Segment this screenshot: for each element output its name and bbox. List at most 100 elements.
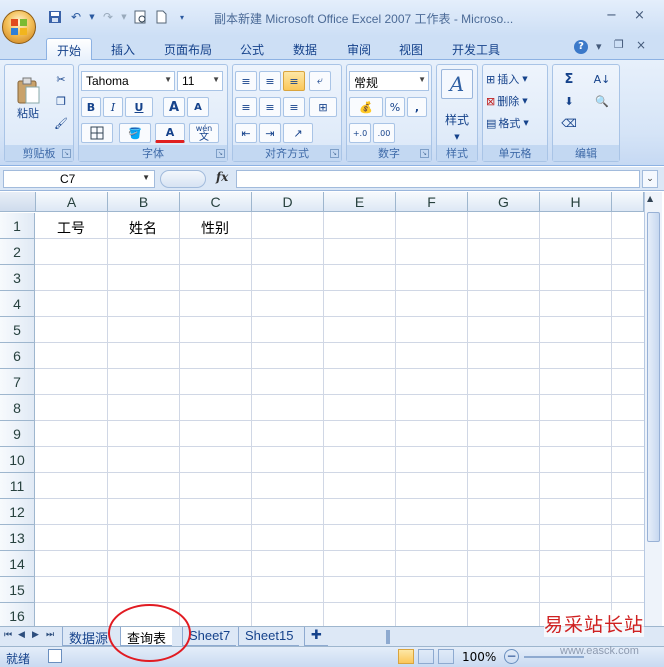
align-right-icon[interactable]: ≡ bbox=[283, 97, 305, 117]
underline-button[interactable]: U bbox=[125, 97, 153, 117]
tab-data[interactable]: 数据 bbox=[283, 38, 327, 60]
tab-developer[interactable]: 开发工具 bbox=[442, 38, 510, 60]
font-color-button[interactable]: A bbox=[155, 123, 185, 143]
tab-insert[interactable]: 插入 bbox=[101, 38, 145, 60]
row-header-16[interactable]: 16 bbox=[0, 603, 35, 626]
row-header-5[interactable]: 5 bbox=[0, 317, 35, 343]
row-header-13[interactable]: 13 bbox=[0, 525, 35, 551]
insert-function-button[interactable]: fx bbox=[216, 170, 228, 184]
merge-center-icon[interactable]: ⊞ bbox=[309, 97, 337, 117]
undo-icon[interactable]: ↶ bbox=[67, 8, 85, 26]
next-sheet-icon[interactable]: ▶ bbox=[32, 630, 39, 640]
align-middle-icon[interactable]: ≡ bbox=[259, 71, 281, 91]
phonetic-guide-button[interactable]: wén 文 bbox=[189, 123, 219, 143]
worksheet-grid[interactable]: A B C D E F G H 1 2 3 4 5 6 7 8 9 10 11 … bbox=[0, 192, 644, 626]
column-header-g[interactable]: G bbox=[468, 192, 540, 212]
alignment-launcher-icon[interactable]: ↘ bbox=[330, 149, 339, 158]
wrap-text-icon[interactable]: ⤶ bbox=[309, 71, 331, 91]
cell-b1[interactable]: 姓名 bbox=[129, 218, 157, 238]
format-painter-icon[interactable]: 🖌 bbox=[51, 113, 71, 133]
doc-close-icon[interactable]: × bbox=[636, 38, 646, 52]
sheet-tab-data-source[interactable]: 数据源 bbox=[62, 627, 115, 647]
prev-sheet-icon[interactable]: ◀ bbox=[18, 630, 25, 640]
cell-a1[interactable]: 工号 bbox=[57, 218, 85, 238]
increase-decimal-button[interactable]: +.0 bbox=[349, 123, 371, 143]
zoom-out-icon[interactable]: − bbox=[504, 649, 519, 664]
name-box-dropdown-icon[interactable]: ▼ bbox=[142, 173, 150, 182]
tab-home[interactable]: 开始 bbox=[46, 38, 93, 60]
redo-icon[interactable]: ↷ bbox=[99, 8, 117, 26]
copy-icon[interactable]: ❐ bbox=[51, 91, 71, 111]
grow-font-button[interactable]: A bbox=[163, 97, 185, 117]
first-sheet-icon[interactable]: ⏮ bbox=[4, 630, 12, 640]
borders-icon[interactable] bbox=[81, 123, 113, 143]
increase-indent-icon[interactable]: ⇥ bbox=[259, 123, 281, 143]
tab-split-handle[interactable] bbox=[386, 630, 390, 644]
font-size-select[interactable]: 11 ▼ bbox=[177, 71, 223, 91]
clear-icon[interactable]: ⌫ bbox=[555, 113, 583, 133]
formula-input[interactable] bbox=[236, 170, 640, 188]
styles-button[interactable]: 样式 bbox=[439, 109, 475, 129]
zoom-level[interactable]: 100% bbox=[462, 650, 496, 664]
column-header-e[interactable]: E bbox=[324, 192, 396, 212]
fill-icon[interactable]: ⬇ bbox=[555, 91, 583, 111]
normal-view-icon[interactable] bbox=[398, 649, 414, 664]
fill-color-icon[interactable]: 🪣 bbox=[119, 123, 151, 143]
autosum-button[interactable]: Σ bbox=[555, 69, 583, 89]
row-header-8[interactable]: 8 bbox=[0, 395, 35, 421]
cut-icon[interactable]: ✂ bbox=[51, 69, 71, 89]
sheet-tab-sheet15[interactable]: Sheet15 bbox=[238, 627, 300, 646]
percent-button[interactable]: % bbox=[385, 97, 405, 117]
row-header-4[interactable]: 4 bbox=[0, 291, 35, 317]
formula-expand-handle[interactable] bbox=[160, 170, 206, 188]
row-header-11[interactable]: 11 bbox=[0, 473, 35, 499]
align-left-icon[interactable]: ≡ bbox=[235, 97, 257, 117]
align-bottom-icon[interactable]: ≡ bbox=[283, 71, 305, 91]
sheet-tab-sheet7[interactable]: Sheet7 bbox=[182, 627, 237, 646]
styles-dropdown-icon[interactable]: ▼ bbox=[449, 127, 465, 147]
column-header-c[interactable]: C bbox=[180, 192, 252, 212]
ribbon-minimize-icon[interactable]: ▾ bbox=[596, 40, 602, 53]
sheet-tab-query[interactable]: 查询表 bbox=[120, 627, 173, 647]
new-document-icon[interactable] bbox=[152, 8, 170, 26]
delete-cells-button[interactable]: ⊠ 删除 ▼ bbox=[485, 91, 545, 111]
orientation-icon[interactable]: ↗ bbox=[283, 123, 313, 143]
format-cells-button[interactable]: ▤ 格式 ▼ bbox=[485, 113, 545, 133]
last-sheet-icon[interactable]: ⏭ bbox=[46, 630, 54, 640]
row-header-10[interactable]: 10 bbox=[0, 447, 35, 473]
save-icon[interactable] bbox=[46, 8, 64, 26]
page-layout-view-icon[interactable] bbox=[418, 649, 434, 664]
row-header-1[interactable]: 1 bbox=[0, 213, 35, 239]
decrease-decimal-button[interactable]: .00 bbox=[373, 123, 395, 143]
align-center-icon[interactable]: ≡ bbox=[259, 97, 281, 117]
customize-qat-icon[interactable]: ▾ bbox=[173, 8, 191, 26]
font-launcher-icon[interactable]: ↘ bbox=[216, 149, 225, 158]
tab-review[interactable]: 审阅 bbox=[337, 38, 381, 60]
office-button[interactable] bbox=[2, 10, 36, 44]
row-header-9[interactable]: 9 bbox=[0, 421, 35, 447]
shrink-font-button[interactable]: A bbox=[187, 97, 209, 117]
macro-record-icon[interactable] bbox=[48, 649, 62, 663]
tab-page-layout[interactable]: 页面布局 bbox=[154, 38, 222, 60]
insert-sheet-icon[interactable]: ✚ bbox=[304, 627, 328, 646]
column-header-d[interactable]: D bbox=[252, 192, 324, 212]
number-launcher-icon[interactable]: ↘ bbox=[420, 149, 429, 158]
tab-view[interactable]: 视图 bbox=[389, 38, 433, 60]
expand-formula-bar-icon[interactable]: ⌄ bbox=[642, 170, 658, 188]
column-header-h[interactable]: H bbox=[540, 192, 612, 212]
column-header-a[interactable]: A bbox=[36, 192, 108, 212]
redo-dropdown-icon[interactable]: ▼ bbox=[120, 8, 128, 26]
column-header-i[interactable] bbox=[612, 192, 644, 212]
row-header-12[interactable]: 12 bbox=[0, 499, 35, 525]
accounting-format-icon[interactable]: 💰 bbox=[349, 97, 383, 117]
italic-button[interactable]: I bbox=[103, 97, 123, 117]
row-header-15[interactable]: 15 bbox=[0, 577, 35, 603]
page-break-view-icon[interactable] bbox=[438, 649, 454, 664]
row-header-7[interactable]: 7 bbox=[0, 369, 35, 395]
row-header-14[interactable]: 14 bbox=[0, 551, 35, 577]
column-header-f[interactable]: F bbox=[396, 192, 468, 212]
column-header-b[interactable]: B bbox=[108, 192, 180, 212]
insert-cells-button[interactable]: ⊞ 插入 ▼ bbox=[485, 69, 545, 89]
row-header-6[interactable]: 6 bbox=[0, 343, 35, 369]
row-header-3[interactable]: 3 bbox=[0, 265, 35, 291]
